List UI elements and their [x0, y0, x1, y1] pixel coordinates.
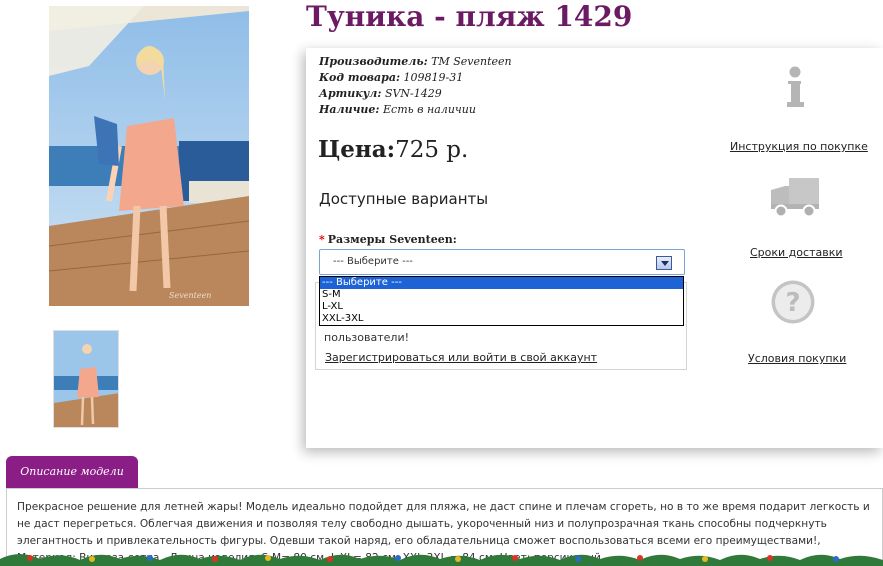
size-options-dropdown[interactable]: --- Выберите --- S-M L-XL XXL-3XL [319, 276, 684, 326]
product-photo-image: Seventeen [49, 6, 249, 306]
product-thumbnail[interactable] [53, 330, 119, 428]
instruction-link[interactable]: Инструкция по покупке [730, 140, 868, 153]
size-option[interactable]: XXL-3XL [320, 313, 683, 325]
info-icon[interactable] [784, 66, 806, 108]
spec-manufacturer: Производитель: TM Seventeen [319, 55, 512, 68]
price-value: 725 р. [395, 137, 469, 163]
truck-icon[interactable] [769, 176, 821, 218]
price-label: Цена: [318, 136, 396, 163]
thumbnail-image [54, 331, 118, 427]
product-specs: Производитель: TM Seventeen Код товара: … [319, 54, 512, 118]
spec-product-code: Код товара: 109819-31 [319, 71, 464, 84]
size-select[interactable]: --- Выберите --- [319, 249, 685, 275]
product-photo[interactable]: Seventeen [49, 6, 249, 306]
price: Цена:725 р. [318, 136, 468, 163]
question-icon[interactable]: ? [770, 279, 816, 325]
size-option[interactable]: S-M [320, 289, 683, 301]
size-select-value: --- Выберите --- [333, 256, 413, 267]
svg-text:?: ? [785, 288, 800, 318]
product-title: Туника - пляж 1429 [306, 0, 633, 33]
spec-article: Артикул: SVN-1429 [319, 87, 442, 100]
size-option[interactable]: L-XL [320, 301, 683, 313]
terms-link[interactable]: Условия покупки [748, 352, 846, 365]
tab-description[interactable]: Описание модели [6, 456, 138, 488]
delivery-link[interactable]: Сроки доставки [750, 246, 843, 259]
chevron-down-icon[interactable] [656, 256, 672, 270]
photo-watermark: Seventeen [169, 291, 211, 300]
size-option[interactable]: --- Выберите --- [320, 277, 683, 289]
register-login-link[interactable]: Зарегистрироваться или войти в свой акка… [325, 351, 597, 364]
garland-decoration [0, 554, 883, 566]
spec-availability: Наличие: Есть в наличии [319, 103, 476, 116]
login-notice-text: пользователи! [324, 331, 410, 344]
variants-heading: Доступные варианты [319, 190, 489, 208]
required-mark: * [319, 233, 325, 246]
size-label: * Размеры Seventeen: [319, 233, 457, 246]
